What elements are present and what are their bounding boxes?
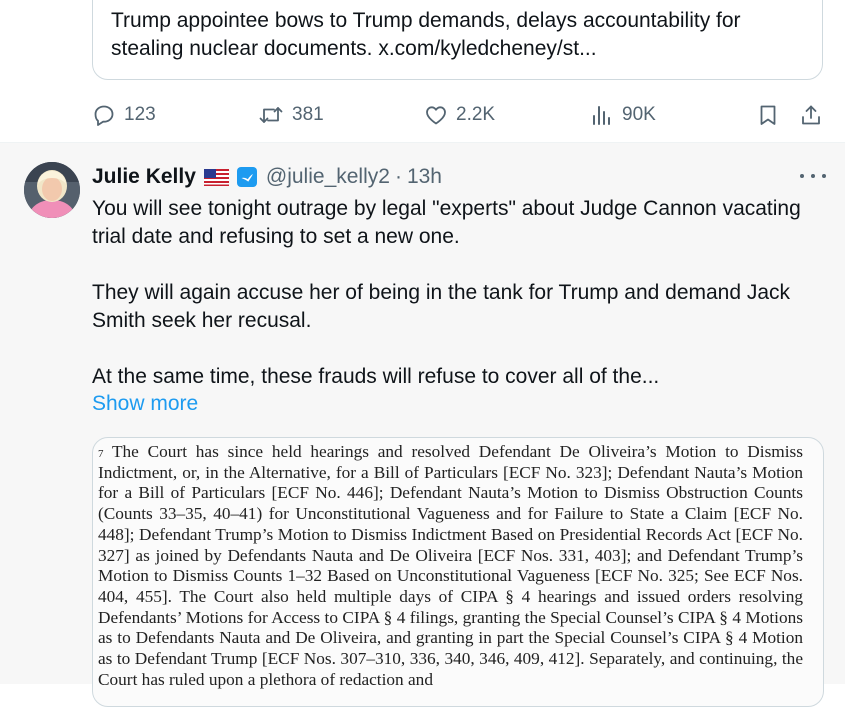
verified-badge-icon[interactable] — [236, 166, 258, 188]
share-icon — [802, 105, 820, 125]
tweet-paragraph-3: At the same time, these frauds will refu… — [92, 365, 660, 388]
repost-count: 381 — [292, 104, 324, 125]
quoted-tweet-card[interactable]: Trump appointee bows to Trump demands, d… — [92, 0, 823, 80]
tweet-actions-bar: 123 381 2.2K 90K — [92, 100, 827, 130]
tweet-header: Julie Kelly @julie_kelly2 · 13h — [92, 163, 442, 191]
repost-button[interactable]: 381 — [258, 100, 324, 130]
author-handle[interactable]: @julie_kelly2 — [266, 165, 390, 189]
previous-tweet: Trump appointee bows to Trump demands, d… — [0, 0, 845, 142]
tweet-body: You will see tonight outrage by legal "e… — [92, 195, 832, 391]
show-more-link[interactable]: Show more — [92, 392, 198, 416]
share-button[interactable] — [799, 100, 823, 130]
document-text-block: 7 The Court has since held hearings and … — [98, 442, 803, 690]
tweet-paragraph-1: You will see tonight outrage by legal "e… — [92, 197, 801, 248]
attached-document-image[interactable]: 7 The Court has since held hearings and … — [92, 437, 824, 707]
views-button[interactable]: 90K — [590, 100, 656, 130]
tweet[interactable]: Julie Kelly @julie_kelly2 · 13h You will… — [0, 143, 845, 707]
author-name[interactable]: Julie Kelly — [92, 165, 196, 189]
reply-count: 123 — [124, 104, 156, 125]
views-icon — [593, 106, 610, 125]
like-button[interactable]: 2.2K — [424, 100, 495, 130]
views-count: 90K — [622, 104, 656, 125]
footnote-mark: 7 — [98, 448, 104, 460]
more-options-button[interactable] — [800, 165, 826, 187]
avatar[interactable] — [24, 162, 80, 218]
document-text: The Court has since held hearings and re… — [98, 442, 804, 689]
reply-icon — [94, 105, 114, 126]
bookmark-button[interactable] — [756, 100, 780, 130]
more-options-icon — [800, 174, 804, 178]
repost-icon — [259, 107, 283, 123]
header-separator: · — [394, 165, 402, 188]
us-flag-icon — [203, 168, 229, 186]
tweet-timestamp[interactable]: 13h — [407, 165, 442, 189]
tweet-paragraph-2: They will again accuse her of being in t… — [92, 281, 791, 332]
like-icon — [426, 106, 446, 125]
like-count: 2.2K — [456, 104, 496, 125]
bookmark-icon — [760, 105, 776, 125]
avatar-image — [24, 162, 80, 218]
quoted-tweet-text: Trump appointee bows to Trump demands, d… — [111, 9, 741, 60]
reply-button[interactable]: 123 — [92, 100, 156, 130]
